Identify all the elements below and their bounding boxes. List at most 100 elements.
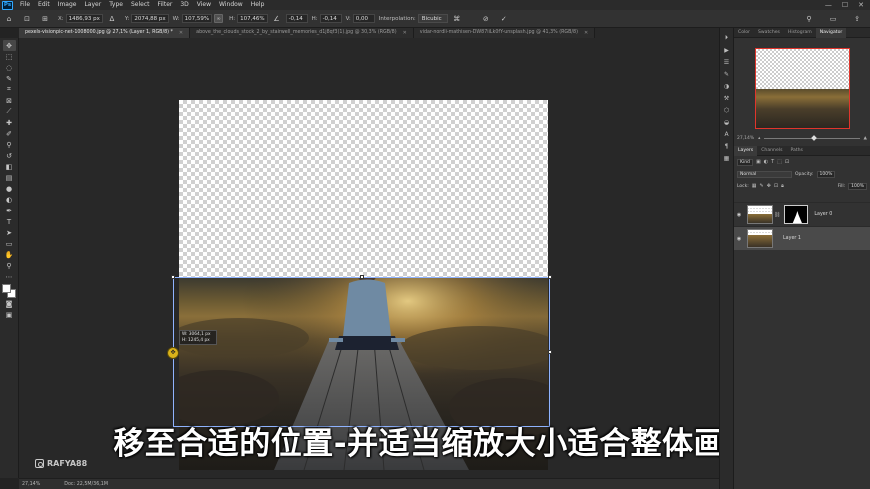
menu-window[interactable]: Window: [215, 0, 247, 10]
layer-row-layer-0[interactable]: ◉ ⛓ Layer 0: [734, 202, 870, 226]
layer-mask-thumbnail[interactable]: [784, 205, 809, 224]
cancel-transform-icon[interactable]: ⊘: [480, 13, 492, 25]
workspace-icon[interactable]: ▭: [827, 13, 839, 25]
h-skew-field[interactable]: -0,14: [319, 14, 342, 23]
fill-field[interactable]: 100%: [848, 182, 867, 190]
menu-view[interactable]: View: [193, 0, 215, 10]
adjustment-filter-icon[interactable]: ◐: [764, 159, 768, 165]
blur-tool-icon[interactable]: ●: [3, 183, 16, 194]
tab-document-3[interactable]: vidar-nordli-mathisen-DW87iiLk0fY-unspla…: [413, 28, 596, 38]
close-window-button[interactable]: ✕: [858, 1, 864, 9]
width-percent-field[interactable]: 107,59%: [181, 14, 213, 23]
mask-link-icon[interactable]: ⛓: [774, 212, 780, 218]
menu-image[interactable]: Image: [54, 0, 81, 10]
maximize-button[interactable]: ☐: [842, 1, 848, 9]
opacity-field[interactable]: 100%: [816, 170, 836, 178]
menu-filter[interactable]: Filter: [154, 0, 177, 10]
healing-brush-tool-icon[interactable]: ✚: [3, 117, 16, 128]
v-skew-field[interactable]: 0,00: [352, 14, 375, 23]
tab-color[interactable]: Color: [734, 28, 754, 38]
visibility-eye-icon[interactable]: ◉: [734, 212, 744, 218]
color-swatches[interactable]: [2, 284, 16, 298]
rotation-angle-field[interactable]: -0,14: [285, 14, 308, 23]
screen-mode-icon[interactable]: ▣: [3, 309, 16, 320]
interpolation-select[interactable]: Bicubic: [417, 14, 448, 23]
zoom-out-icon[interactable]: ▴: [758, 136, 760, 141]
menu-type[interactable]: Type: [105, 0, 127, 10]
properties-icon[interactable]: ☰: [722, 56, 732, 68]
tools-presets-icon[interactable]: ⚒: [722, 92, 732, 104]
brush-settings-icon[interactable]: ✎: [722, 68, 732, 80]
tab-layers[interactable]: Layers: [734, 145, 758, 156]
type-filter-icon[interactable]: T: [771, 159, 774, 165]
free-transform-bounding-box[interactable]: [171, 275, 552, 427]
menu-help[interactable]: Help: [247, 0, 269, 10]
menu-3d[interactable]: 3D: [176, 0, 192, 10]
close-icon[interactable]: ✕: [179, 28, 183, 38]
y-position-field[interactable]: 2074,88 px: [131, 14, 169, 23]
visibility-eye-icon[interactable]: ◉: [734, 236, 744, 242]
3d-icon[interactable]: ⬡: [722, 104, 732, 116]
tab-document-2[interactable]: above_the_clouds_stock_2_by_stairwell_me…: [190, 28, 414, 38]
tab-swatches[interactable]: Swatches: [754, 28, 784, 38]
home-icon[interactable]: ⌂: [3, 13, 15, 25]
navigator-preview[interactable]: [755, 48, 850, 129]
delta-icon[interactable]: Δ: [106, 13, 118, 25]
transform-handle-top[interactable]: [360, 275, 364, 279]
link-proportions-icon[interactable]: ∞: [214, 14, 224, 23]
blend-mode-select[interactable]: Normal: [737, 170, 792, 178]
history-icon[interactable]: ⏵: [722, 32, 732, 44]
navigator-zoom-slider[interactable]: [764, 134, 860, 141]
navigator-zoom-value[interactable]: 27,14%: [737, 136, 754, 141]
tab-navigator[interactable]: Navigator: [815, 27, 847, 38]
smart-object-filter-icon[interactable]: ⊡: [785, 159, 789, 165]
warp-mode-icon[interactable]: ⌘: [451, 13, 463, 25]
transform-tool-icon[interactable]: ⊡: [21, 13, 33, 25]
eyedropper-tool-icon[interactable]: ⟋: [3, 106, 16, 117]
zoom-level[interactable]: 27,14%: [22, 482, 40, 487]
transform-handle-right[interactable]: [548, 350, 552, 354]
adjustments-icon[interactable]: ◑: [722, 80, 732, 92]
libraries-icon[interactable]: ▦: [722, 152, 732, 164]
quick-select-tool-icon[interactable]: ✎: [3, 73, 16, 84]
lock-artboard-icon[interactable]: ⊡: [774, 183, 778, 189]
pen-tool-icon[interactable]: ✒: [3, 205, 16, 216]
close-icon[interactable]: ✕: [584, 28, 588, 38]
rectangle-tool-icon[interactable]: ▭: [3, 238, 16, 249]
menu-file[interactable]: File: [16, 0, 34, 10]
menu-select[interactable]: Select: [127, 0, 154, 10]
zoom-tool-icon[interactable]: ⚲: [3, 260, 16, 271]
lasso-tool-icon[interactable]: ◌: [3, 62, 16, 73]
tab-document-1[interactable]: pexels-visionpic-net-1008000.jpg @ 27,1%…: [19, 28, 191, 38]
tab-channels[interactable]: Channels: [757, 146, 786, 156]
brush-tool-icon[interactable]: ✐: [3, 128, 16, 139]
layer-kind-filter[interactable]: Kind: [737, 158, 753, 166]
lock-all-icon[interactable]: 🔒︎: [781, 183, 784, 189]
tab-histogram[interactable]: Histogram: [784, 28, 816, 38]
more-tools-icon[interactable]: ⋯: [3, 271, 16, 282]
zoom-in-icon[interactable]: ▲: [864, 136, 867, 141]
styles-icon[interactable]: ◒: [722, 116, 732, 128]
transform-handle-top-right[interactable]: [548, 275, 552, 279]
x-position-field[interactable]: 1486,93 px: [65, 14, 103, 23]
path-selection-tool-icon[interactable]: ➤: [3, 227, 16, 238]
shape-filter-icon[interactable]: ⬚: [777, 159, 782, 165]
character-icon[interactable]: A: [722, 128, 732, 140]
minimize-button[interactable]: —: [825, 1, 832, 9]
layer-name[interactable]: Layer 0: [814, 212, 832, 217]
dodge-tool-icon[interactable]: ◐: [3, 194, 16, 205]
paragraph-icon[interactable]: ¶: [722, 140, 732, 152]
commit-transform-icon[interactable]: ✓: [498, 13, 510, 25]
crop-tool-icon[interactable]: ⌗: [3, 84, 16, 95]
transform-handle-top-left[interactable]: [171, 275, 175, 279]
pixel-filter-icon[interactable]: ▣: [756, 159, 761, 165]
history-brush-tool-icon[interactable]: ↺: [3, 150, 16, 161]
height-percent-field[interactable]: 107,46%: [237, 14, 268, 23]
document-size[interactable]: Doc: 22,5M/36,1M: [64, 482, 108, 487]
menu-layer[interactable]: Layer: [80, 0, 105, 10]
quick-mask-icon[interactable]: ◙: [3, 298, 16, 309]
eraser-tool-icon[interactable]: ◧: [3, 161, 16, 172]
share-icon[interactable]: ⇪: [851, 13, 863, 25]
lock-transparency-icon[interactable]: ▦: [752, 183, 757, 189]
frame-tool-icon[interactable]: ⊠: [3, 95, 16, 106]
